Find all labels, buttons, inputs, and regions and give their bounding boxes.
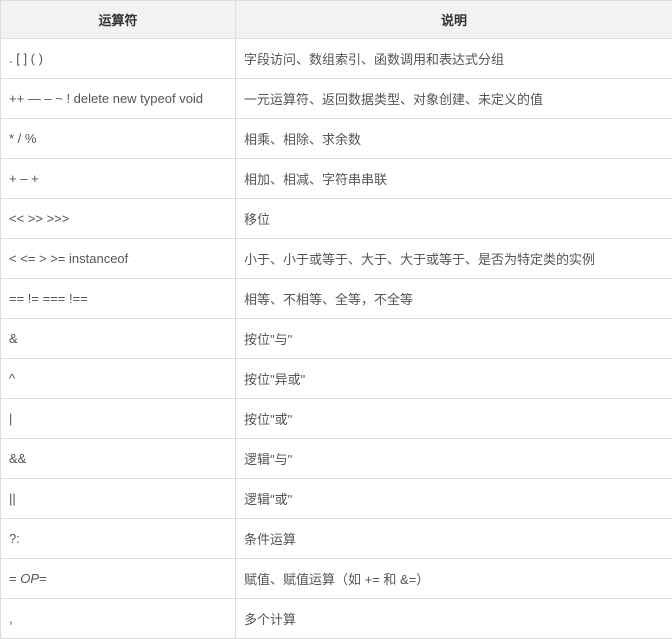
cell-operator: & bbox=[1, 319, 236, 359]
table-row: ||逻辑"或" bbox=[1, 479, 672, 519]
cell-operator: | bbox=[1, 399, 236, 439]
cell-operator: = OP= bbox=[1, 559, 236, 599]
table-row: &&逻辑"与" bbox=[1, 439, 672, 479]
table-row: |按位"或" bbox=[1, 399, 672, 439]
cell-operator: << >> >>> bbox=[1, 199, 236, 239]
table-header-row: 运算符 说明 bbox=[1, 1, 672, 39]
cell-description: 逻辑"与" bbox=[236, 439, 672, 479]
cell-operator: ++ — – ~ ! delete new typeof void bbox=[1, 79, 236, 119]
table-row: = OP=赋值、赋值运算（如 += 和 &=） bbox=[1, 559, 672, 599]
cell-description: 条件运算 bbox=[236, 519, 672, 559]
cell-description: 按位"异或" bbox=[236, 359, 672, 399]
table-row: * / %相乘、相除、求余数 bbox=[1, 119, 672, 159]
table-body: . [ ] ( )字段访问、数组索引、函数调用和表达式分组++ — – ~ ! … bbox=[1, 39, 672, 639]
cell-operator: && bbox=[1, 439, 236, 479]
header-operator: 运算符 bbox=[1, 1, 236, 39]
cell-description: 按位"与" bbox=[236, 319, 672, 359]
table-row: + – +相加、相减、字符串串联 bbox=[1, 159, 672, 199]
table-row: &按位"与" bbox=[1, 319, 672, 359]
cell-description: 移位 bbox=[236, 199, 672, 239]
cell-description: 多个计算 bbox=[236, 599, 672, 639]
cell-description: 逻辑"或" bbox=[236, 479, 672, 519]
cell-description: 字段访问、数组索引、函数调用和表达式分组 bbox=[236, 39, 672, 79]
cell-operator: == != === !== bbox=[1, 279, 236, 319]
table-row: == != === !==相等、不相等、全等，不全等 bbox=[1, 279, 672, 319]
cell-description: 相乘、相除、求余数 bbox=[236, 119, 672, 159]
cell-description: 赋值、赋值运算（如 += 和 &=） bbox=[236, 559, 672, 599]
cell-operator: * / % bbox=[1, 119, 236, 159]
table-row: . [ ] ( )字段访问、数组索引、函数调用和表达式分组 bbox=[1, 39, 672, 79]
table-row: ?:条件运算 bbox=[1, 519, 672, 559]
cell-description: 一元运算符、返回数据类型、对象创建、未定义的值 bbox=[236, 79, 672, 119]
header-description: 说明 bbox=[236, 1, 672, 39]
table-row: ^按位"异或" bbox=[1, 359, 672, 399]
operator-precedence-table: 运算符 说明 . [ ] ( )字段访问、数组索引、函数调用和表达式分组++ —… bbox=[0, 0, 672, 639]
table-row: ,多个计算 bbox=[1, 599, 672, 639]
cell-operator: ^ bbox=[1, 359, 236, 399]
cell-operator: < <= > >= instanceof bbox=[1, 239, 236, 279]
table-row: ++ — – ~ ! delete new typeof void一元运算符、返… bbox=[1, 79, 672, 119]
cell-operator: + – + bbox=[1, 159, 236, 199]
table-row: < <= > >= instanceof小于、小于或等于、大于、大于或等于、是否… bbox=[1, 239, 672, 279]
cell-operator: ?: bbox=[1, 519, 236, 559]
cell-operator: . [ ] ( ) bbox=[1, 39, 236, 79]
cell-description: 相等、不相等、全等，不全等 bbox=[236, 279, 672, 319]
table-row: << >> >>>移位 bbox=[1, 199, 672, 239]
cell-operator: || bbox=[1, 479, 236, 519]
cell-description: 小于、小于或等于、大于、大于或等于、是否为特定类的实例 bbox=[236, 239, 672, 279]
cell-description: 按位"或" bbox=[236, 399, 672, 439]
cell-description: 相加、相减、字符串串联 bbox=[236, 159, 672, 199]
cell-operator: , bbox=[1, 599, 236, 639]
